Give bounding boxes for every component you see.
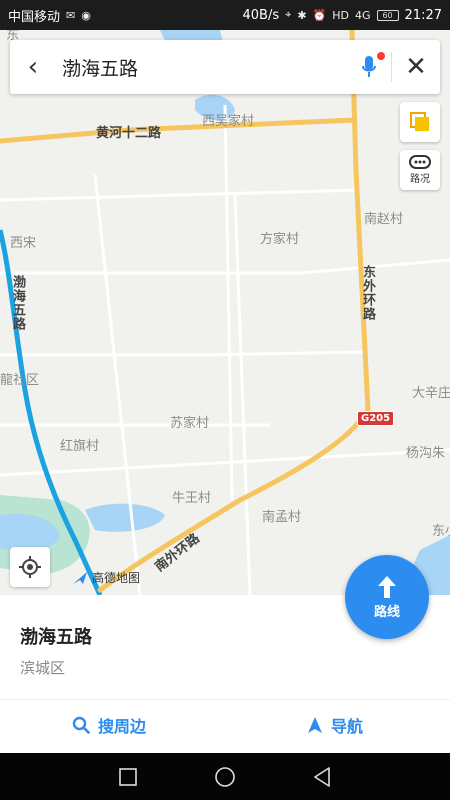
home-button[interactable] <box>205 757 245 797</box>
route-button[interactable]: 路线 <box>345 555 429 639</box>
search-input[interactable]: 渤海五路 <box>56 54 347 81</box>
battery-icon: 60 <box>376 9 399 21</box>
amap-logo: 高德地图 <box>72 569 140 586</box>
signal-icon: 4G <box>355 8 371 22</box>
navigate-button[interactable]: 导航 <box>307 707 363 743</box>
hd-icon: ✉ <box>66 8 76 22</box>
road-label-huanghe: 黄河十二路 <box>96 126 162 141</box>
back-button[interactable]: ‹ <box>10 40 56 94</box>
chevron-left-icon: ‹ <box>27 52 39 82</box>
triangle-back-icon <box>313 766 330 787</box>
route-arrow-icon <box>378 575 396 598</box>
map-label-nanzhao: 南赵村 <box>364 212 404 227</box>
clock: 21:27 <box>404 7 442 23</box>
map-label-xisong: 西宋 <box>10 236 37 251</box>
logo-text: 高德地图 <box>92 571 141 585</box>
search-icon <box>72 716 90 734</box>
map-view[interactable]: 东 西吴家村 黄河十二路 南赵村 方家村 西宋 渤海五路 东外环路 龍社区 大辛… <box>0 30 450 595</box>
carrier-label: 中国移动 <box>8 9 61 25</box>
amap-logo-icon <box>73 571 87 584</box>
back-nav-button[interactable] <box>302 757 342 797</box>
bluetooth-icon: ✱ <box>297 8 307 22</box>
map-label-xiwu: 西吴家村 <box>202 114 255 129</box>
location-icon: ⌖ <box>285 8 292 21</box>
hd-badge: HD <box>332 8 349 22</box>
divider <box>0 699 450 700</box>
place-name: 渤海五路 <box>20 627 92 648</box>
road-label-dongwai: 东外环路 <box>360 265 375 321</box>
map-label-daxin: 大辛庄 <box>412 386 450 401</box>
route-label: 路线 <box>373 604 400 620</box>
close-button[interactable]: ✕ <box>392 40 440 94</box>
map-label-longshequ: 龍社区 <box>0 373 40 388</box>
recents-button[interactable] <box>108 757 148 797</box>
map-label-sujia: 苏家村 <box>170 416 210 431</box>
crosshair-icon <box>19 556 41 578</box>
navigate-label: 导航 <box>331 717 364 736</box>
circle-icon <box>215 766 235 787</box>
microphone-icon <box>362 56 376 77</box>
system-navigation-bar <box>0 753 450 800</box>
alarm-icon: ⏰ <box>312 8 327 22</box>
traffic-button[interactable]: 路况 <box>400 150 440 190</box>
network-speed: 40B/s <box>242 7 280 23</box>
status-bar: 中国移动 ✉ ◉ 40B/s ⌖ ✱ ⏰ HD 4G 60 21:27 <box>0 0 450 30</box>
map-label-fangjia: 方家村 <box>260 232 300 247</box>
search-nearby-label: 搜周边 <box>98 717 147 736</box>
locate-button[interactable] <box>10 547 50 587</box>
traffic-label: 路况 <box>410 174 430 185</box>
search-nearby-button[interactable]: 搜周边 <box>72 707 146 743</box>
square-icon <box>119 767 138 786</box>
layers-icon <box>410 112 429 131</box>
map-label-hongqi: 红旗村 <box>60 439 100 454</box>
layers-button[interactable] <box>400 102 440 142</box>
notification-dot <box>377 52 385 60</box>
traffic-icon <box>409 155 431 169</box>
road-label-bohai-vertical: 渤海五路 <box>10 275 25 331</box>
voice-search-button[interactable] <box>347 40 391 94</box>
navigation-arrow-icon <box>308 717 322 733</box>
close-icon: ✕ <box>405 52 427 82</box>
map-label-niuwang: 牛王村 <box>172 491 212 506</box>
map-label-dong-partial: 东小 <box>432 524 450 539</box>
map-label-yanggou: 杨沟朱 <box>406 446 446 461</box>
map-label-nanmeng: 南孟村 <box>262 510 302 525</box>
place-district: 滨城区 <box>20 659 66 677</box>
search-bar: ‹ 渤海五路 ✕ <box>10 40 440 94</box>
highway-badge-g205: G205 <box>357 411 395 426</box>
wechat-icon: ◉ <box>81 8 91 22</box>
